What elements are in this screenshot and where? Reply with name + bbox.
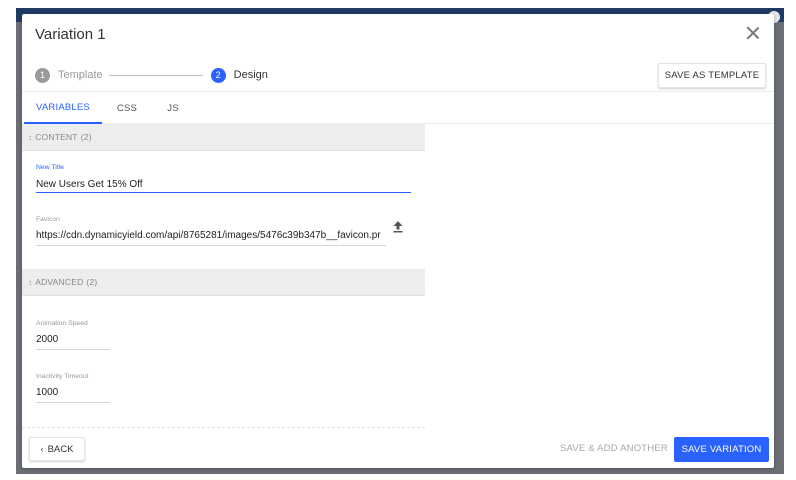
step-label: Design [233,69,268,81]
animation-speed-input[interactable]: 2000 [36,334,110,350]
back-button[interactable]: ‹ BACK [29,437,85,461]
step-label: Template [58,69,103,81]
animation-speed-label: Animation Speed [36,320,88,327]
section-count: (2) [80,132,92,142]
favicon-label: Favicon [36,216,60,223]
section-header-advanced[interactable]: ↕ ADVANCED (2) [22,269,425,296]
save-as-template-button[interactable]: SAVE AS TEMPLATE [658,63,766,88]
upload-icon[interactable] [393,221,403,233]
section-title: ADVANCED [35,277,84,287]
tab-variables[interactable]: VARIABLES [24,92,102,124]
footer-divider [22,427,425,428]
stepper: 1 Template 2 Design [35,67,268,83]
save-and-add-another-button[interactable]: SAVE & ADD ANOTHER [560,443,668,454]
close-icon[interactable] [744,24,762,42]
step-number: 1 [35,67,50,83]
variation-modal: Variation 1 1 Template 2 Design SAVE AS … [22,14,774,468]
step-template[interactable]: 1 Template [35,67,103,83]
tabs-bar: VARIABLES CSS JS [22,91,774,124]
new-title-input[interactable]: New Users Get 15% Off [36,179,411,193]
save-variation-button[interactable]: SAVE VARIATION [674,437,769,462]
step-connector [108,74,203,76]
variables-panel: ↕ CONTENT (2) New Title New Users Get 15… [22,124,425,432]
section-header-content[interactable]: ↕ CONTENT (2) [22,124,425,151]
section-title: CONTENT [35,132,78,142]
section-count: (2) [86,277,98,287]
tab-css[interactable]: CSS [110,92,144,124]
chevron-left-icon: ‹ [40,444,44,454]
tab-js[interactable]: JS [160,92,186,124]
inactivity-timeout-input[interactable]: 1000 [36,387,110,403]
favicon-input[interactable]: https://cdn.dynamicyield.com/api/8765281… [36,230,386,246]
new-title-label: New Title [36,164,64,171]
step-number: 2 [210,67,226,83]
inactivity-timeout-label: Inactivity Timeout [36,373,89,380]
collapse-icon: ↕ [28,277,33,287]
collapse-icon: ↕ [28,132,33,142]
modal-title: Variation 1 [35,26,106,43]
back-label: BACK [47,443,74,455]
step-design[interactable]: 2 Design [210,67,268,83]
